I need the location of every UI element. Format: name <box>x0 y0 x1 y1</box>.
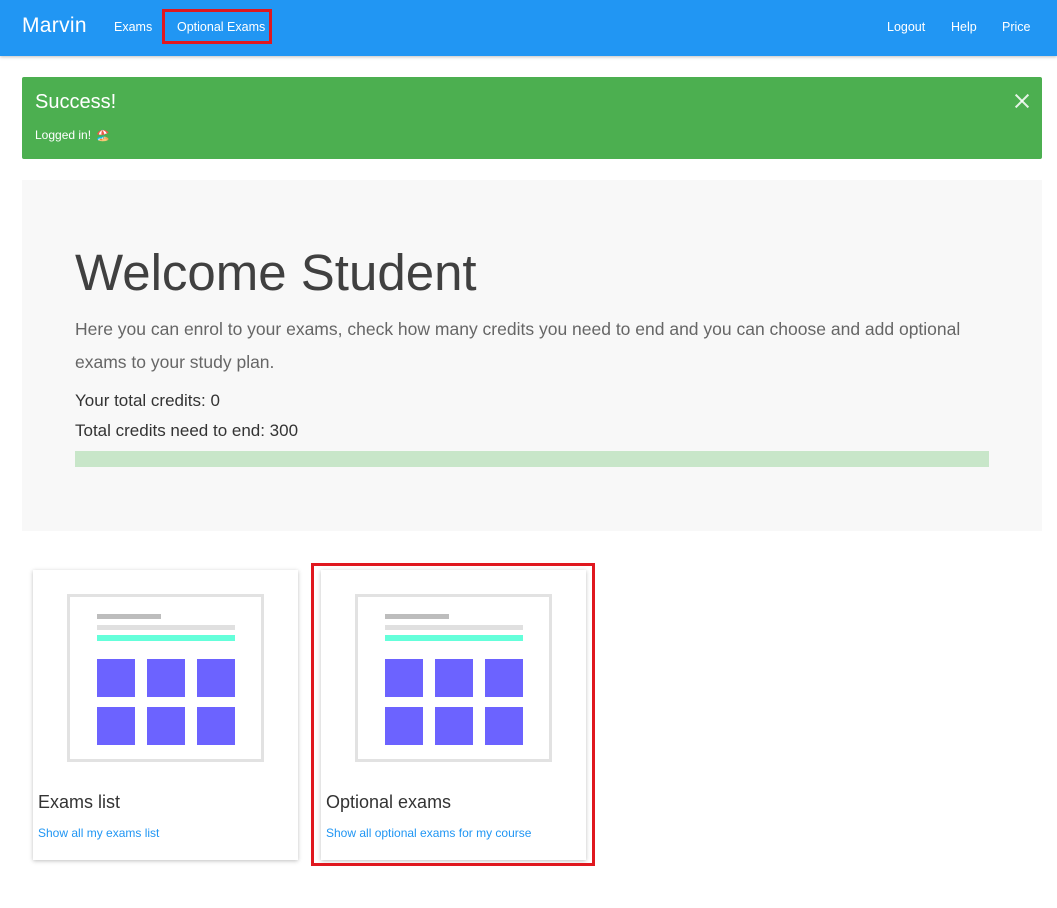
alert-message: Logged in! <box>35 128 92 142</box>
close-icon[interactable] <box>1014 93 1030 109</box>
total-credits: Your total credits: 0 <box>75 391 220 410</box>
nav-price[interactable]: Price <box>1002 20 1030 34</box>
success-alert: Success! Logged in! 🏖️ <box>22 77 1042 159</box>
card-title: Exams list <box>38 792 121 812</box>
exams-list-card[interactable]: Exams list Show all my exams list <box>33 570 298 860</box>
highlight-box-nav <box>162 9 272 44</box>
nav-exams[interactable]: Exams <box>114 20 152 34</box>
navbar: Marvin Exams Optional Exams Logout Help … <box>0 0 1057 56</box>
alert-message-row: Logged in! 🏖️ <box>35 128 110 142</box>
welcome-description: Here you can enrol to your exams, check … <box>75 319 961 372</box>
brand-logo[interactable]: Marvin <box>22 14 87 38</box>
alert-title: Success! <box>35 91 117 113</box>
highlight-box-card <box>311 563 595 866</box>
welcome-jumbotron: Welcome Student Here you can enrol to yo… <box>22 180 1042 531</box>
exams-list-link[interactable]: Show all my exams list <box>38 826 159 840</box>
nav-help[interactable]: Help <box>951 20 977 34</box>
page-title: Welcome Student <box>75 244 477 301</box>
credits-progress-bar <box>75 451 989 467</box>
credits-needed: Total credits need to end: 300 <box>75 421 299 440</box>
dashboard-illustration-icon <box>67 594 264 762</box>
beach-umbrella-icon: 🏖️ <box>96 130 111 142</box>
nav-logout[interactable]: Logout <box>887 20 925 34</box>
